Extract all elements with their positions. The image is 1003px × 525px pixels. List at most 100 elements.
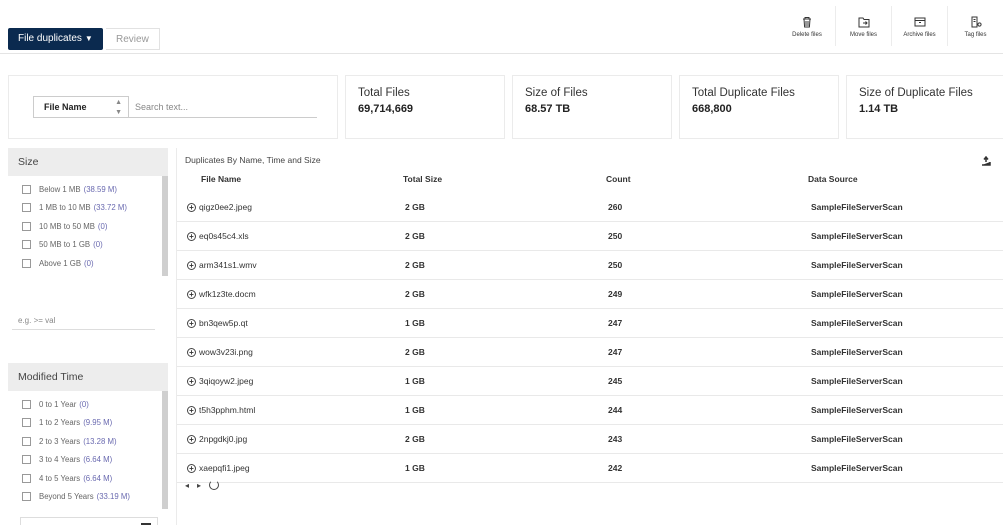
tab-file-duplicates[interactable]: File duplicates ▼ [8,28,103,50]
row-data-source: SampleFileServerScan [811,463,903,473]
checkbox[interactable] [22,203,31,213]
row-file-name[interactable]: +3qiqoyw2.jpeg [187,376,253,386]
row-file-name[interactable]: + xaepqfi1.jpeg [187,463,250,473]
column-header-count[interactable]: Count [606,174,631,184]
size-facet-scrollbar[interactable] [162,176,168,276]
expand-icon[interactable]: + [187,203,196,212]
size-filter-item[interactable]: Above 1 GB (0) [8,254,168,273]
time-filter-item[interactable]: 2 to 3 Years (13.28 M) [8,432,168,451]
filter-count: (6.64 M) [83,473,113,483]
search-card: File Name ▲ ▼ [8,75,338,139]
expand-icon[interactable]: + [187,377,196,386]
row-file-name[interactable]: + arm341s1.wmv [187,260,257,270]
table-row[interactable]: + xaepqfi1.jpeg 1 GB 242 SampleFileServerSca… [177,454,1003,483]
stat-value: 668,800 [692,103,732,115]
row-file-name[interactable]: + qigz0ee2.jpeg [187,202,252,212]
checkbox[interactable] [22,455,31,465]
expand-icon[interactable]: + [187,290,196,299]
row-file-name[interactable]: + eq0s45c4.xls [187,231,249,241]
expand-icon[interactable]: + [187,232,196,241]
table-row[interactable]: +3qiqoyw2.jpeg 1 GB 245 SampleFileServerSca… [177,367,1003,396]
expand-icon[interactable]: + [187,464,196,473]
checkbox[interactable] [22,258,31,268]
prev-page-icon[interactable]: ◂ [185,481,189,490]
row-total-size: 1 GB [405,376,425,386]
size-filter-item[interactable]: 10 MB to 50 MB (0) [8,217,168,236]
column-header-data-source[interactable]: Data Source [808,174,858,184]
checkbox[interactable] [22,240,31,250]
modified-time-scrollbar[interactable] [162,391,168,509]
refresh-icon[interactable] [209,480,220,490]
table-row[interactable]: + arm341s1.wmv 2 GB 250 SampleFileServerScan [177,251,1003,280]
checkbox[interactable] [22,473,31,483]
stat-title: Size of Files [525,87,588,99]
tab-review[interactable]: Review [106,28,160,50]
size-range-input[interactable] [12,312,155,330]
expand-icon[interactable]: + [187,406,196,415]
file-name-text: t5h3pphm.html [199,405,256,415]
row-total-size: 1 GB [405,405,425,415]
row-file-name[interactable]: + t5h3pphm.html [187,405,255,415]
table-row[interactable]: + wfk1z3te.docm 2 GB 249 SampleFileServerSca… [177,280,1003,309]
expand-icon[interactable]: + [187,348,196,357]
duplicates-panel: Duplicates By Name, Time and Size File N… [176,148,1003,525]
file-name-text: xaepqfi1.jpeg [199,463,250,473]
checkbox[interactable] [22,221,31,231]
move-files-button[interactable]: Move files [835,6,891,46]
checkbox[interactable] [22,184,31,194]
row-file-name[interactable]: + bn3qew5p.qt [187,318,248,328]
table-row[interactable]: + t5h3pphm.html 1 GB 244 SampleFileServerSca… [177,396,1003,425]
filter-count: (13.28 M) [83,436,117,446]
row-data-source: SampleFileServerScan [811,347,903,357]
search-field-value: File Name [44,102,87,112]
table-row[interactable]: + wow3v23i.png 2 GB 247 SampleFileServerScan [177,338,1003,367]
time-range-input[interactable] [21,518,131,525]
stat-title: Total Files [358,87,410,99]
stat-title: Total Duplicate Files [692,87,795,99]
delete-files-button[interactable]: Delete files [779,6,835,46]
time-filter-item[interactable]: Beyond 5 Years (33.19 M) [8,488,168,507]
size-filter-item[interactable]: Below 1 MB (38.59 M) [8,180,168,199]
checkbox[interactable] [22,418,31,428]
checkbox[interactable] [22,399,31,409]
search-input[interactable] [129,96,317,118]
size-filter-item[interactable]: 50 MB to 1 GB (0) [8,236,168,255]
table-row[interactable]: + eq0s45c4.xls 2 GB 250 SampleFileServerScan [177,222,1003,251]
checkbox[interactable] [22,492,31,502]
expand-icon[interactable]: + [187,319,196,328]
file-name-text: bn3qew5p.qt [199,318,248,328]
expand-icon[interactable]: + [187,435,196,444]
table-header: File Name Total Size Count Data Source [177,174,1003,190]
search-field-select[interactable]: File Name ▲ ▼ [33,96,129,118]
time-filter-item[interactable]: 3 to 4 Years (6.64 M) [8,451,168,470]
archive-files-button[interactable]: Archive files [891,6,947,46]
checkbox[interactable] [22,436,31,446]
expand-icon[interactable]: + [187,261,196,270]
table-row[interactable]: +2npgdkj0.jpg 2 GB 243 SampleFileServerScan [177,425,1003,454]
row-file-name[interactable]: + wfk1z3te.docm [187,289,256,299]
next-page-icon[interactable]: ▸ [197,481,201,490]
filter-label: 3 to 4 Years [39,455,81,465]
row-file-name[interactable]: + wow3v23i.png [187,347,253,357]
filter-label: Below 1 MB [39,184,81,194]
row-count: 245 [608,376,623,386]
time-filter-item[interactable]: 4 to 5 Years (6.64 M) [8,469,168,488]
size-filter-item[interactable]: 1 MB to 10 MB (33.72 M) [8,199,168,218]
export-icon[interactable] [981,156,991,166]
row-count: 260 [608,202,623,212]
filter-count: (33.72 M) [93,203,127,213]
filter-count: (0) [84,258,94,268]
table-row[interactable]: + qigz0ee2.jpeg 2 GB 260 SampleFileServerSca… [177,193,1003,222]
stat-total-files: Total Files 69,714,669 [345,75,505,139]
time-filter-item[interactable]: 1 to 2 Years (9.95 M) [8,414,168,433]
row-file-name[interactable]: +2npgdkj0.jpg [187,434,247,444]
table-row[interactable]: + bn3qew5p.qt 1 GB 247 SampleFileServerScan [177,309,1003,338]
column-header-file-name[interactable]: File Name [201,174,241,184]
tag-files-button[interactable]: Tag files [947,6,1003,46]
row-count: 250 [608,231,623,241]
time-filter-item[interactable]: 0 to 1 Year (0) [8,395,168,414]
column-header-total-size[interactable]: Total Size [403,174,442,184]
filter-label: 10 MB to 50 MB [39,221,95,231]
filter-count: (6.64 M) [83,455,113,465]
filter-label: Beyond 5 Years [39,492,94,502]
